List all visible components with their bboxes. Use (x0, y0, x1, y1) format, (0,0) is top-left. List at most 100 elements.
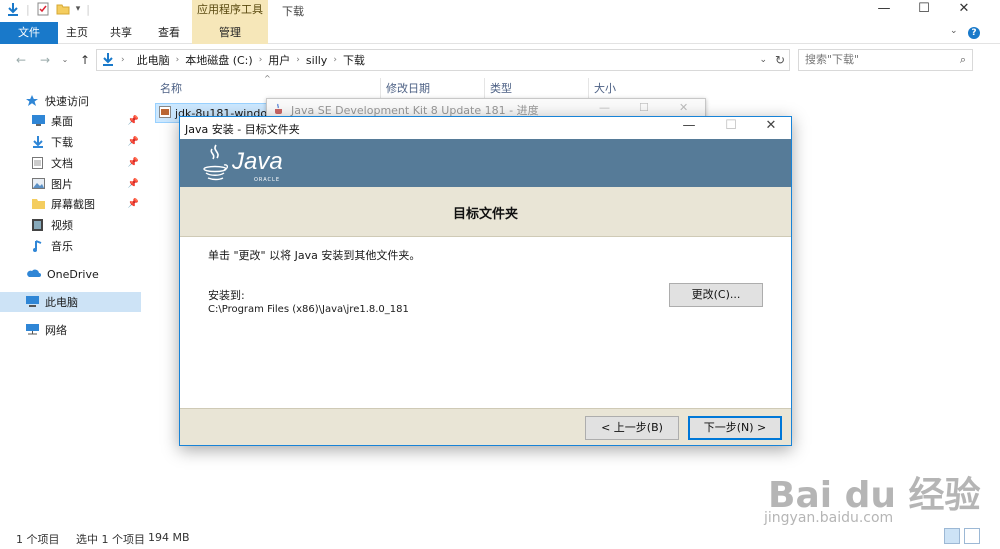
pin-icon[interactable]: 📌 (128, 137, 139, 147)
download-icon (32, 136, 45, 148)
dialog-heading: 目标文件夹 (452, 207, 518, 222)
sidebar-item-music[interactable]: 音乐 (32, 236, 141, 256)
progress-maximize-button[interactable]: ☐ (639, 101, 649, 114)
explorer-titlebar: | ▾ | 应用程序工具 下载 — ☐ ✕ (0, 0, 1000, 22)
search-input[interactable]: 搜索"下载" ⌕ (798, 49, 973, 71)
minimize-button[interactable]: — (866, 0, 902, 20)
oracle-logo-text: ORACLE (254, 177, 280, 183)
network-icon (26, 324, 39, 336)
large-icons-view-icon[interactable] (964, 528, 980, 544)
breadcrumb-this-pc[interactable]: 此电脑 (137, 52, 170, 68)
help-icon[interactable]: ? (968, 27, 980, 39)
progress-close-button[interactable]: ✕ (679, 101, 688, 114)
star-icon (26, 95, 39, 107)
java-banner: Java ORACLE (180, 139, 791, 187)
status-bar: 1 个项目 选中 1 个项目 194 MB (0, 527, 1000, 547)
recent-locations-icon[interactable]: ⌄ (56, 50, 74, 70)
sidebar-item-label: 桌面 (51, 115, 73, 128)
next-button[interactable]: 下一步(N) > (688, 416, 782, 440)
sidebar-item-onedrive[interactable]: OneDrive (26, 264, 141, 284)
back-button[interactable]: < 上一步(B) (585, 416, 679, 440)
sidebar-item-desktop[interactable]: 桌面 📌 (32, 111, 141, 131)
search-icon: ⌕ (959, 53, 966, 66)
sidebar-item-label: 音乐 (51, 240, 73, 253)
ribbon-tabs: 文件 主页 共享 查看 管理 ⌄ ? (0, 22, 1000, 44)
breadcrumb-separator-icon: › (333, 55, 337, 65)
status-selected: 选中 1 个项目 (76, 533, 145, 546)
breadcrumb-separator-icon: › (175, 55, 180, 65)
pin-icon[interactable]: 📌 (128, 158, 139, 168)
breadcrumb-separator-icon: › (121, 55, 125, 65)
up-arrow-icon[interactable]: ↑ (76, 50, 94, 70)
watermark-url: jingyan.baidu.com (764, 510, 894, 526)
tab-manage[interactable]: 管理 (192, 22, 268, 44)
column-header-date[interactable]: 修改日期 (386, 80, 430, 98)
expand-ribbon-icon[interactable]: ⌄ (950, 26, 958, 36)
installer-file-icon (159, 105, 171, 121)
progress-minimize-button[interactable]: — (599, 101, 610, 114)
customize-qa-icon[interactable]: ▾ (76, 4, 81, 14)
column-divider[interactable] (484, 78, 485, 100)
refresh-icon[interactable]: ↻ (775, 53, 785, 67)
install-path: C:\Program Files (x86)\Java\jre1.8.0_181 (208, 304, 409, 315)
dialog-minimize-button[interactable]: — (674, 118, 704, 133)
column-header-type[interactable]: 类型 (490, 80, 512, 98)
change-folder-button[interactable]: 更改(C)... (669, 283, 763, 307)
tab-view[interactable]: 查看 (154, 22, 184, 44)
sidebar-item-label: 下载 (51, 136, 73, 149)
properties-icon[interactable] (36, 2, 50, 16)
sidebar-item-label: 此电脑 (45, 296, 78, 309)
address-field[interactable]: › 此电脑 › 本地磁盘 (C:) › 用户 › silly › 下载 ⌄ ↻ (96, 49, 790, 71)
sidebar-item-videos[interactable]: 视频 (32, 215, 141, 235)
document-icon (32, 157, 45, 169)
sidebar-item-this-pc[interactable]: 此电脑 (0, 292, 141, 312)
sidebar-item-pictures[interactable]: 图片 📌 (32, 174, 141, 194)
column-divider[interactable] (380, 78, 381, 100)
sidebar-item-quick-access[interactable]: 快速访问 (26, 91, 141, 111)
dialog-message: 单击 "更改" 以将 Java 安装到其他文件夹。 (208, 249, 421, 262)
sidebar-item-documents[interactable]: 文档 📌 (32, 153, 141, 173)
pin-icon[interactable]: 📌 (128, 179, 139, 189)
video-icon (32, 219, 45, 231)
pin-icon[interactable]: 📌 (128, 116, 139, 126)
breadcrumb-local-disk[interactable]: 本地磁盘 (C:) (185, 52, 252, 68)
dialog-body: 单击 "更改" 以将 Java 安装到其他文件夹。 安装到: C:\Progra… (180, 238, 791, 408)
maximize-button[interactable]: ☐ (906, 0, 942, 20)
desktop-icon (32, 115, 45, 127)
download-arrow-icon[interactable] (6, 2, 20, 16)
column-header-name[interactable]: 名称 (160, 80, 182, 98)
status-size: 194 MB (148, 531, 190, 544)
close-button[interactable]: ✕ (946, 0, 982, 20)
quick-access-toolbar: | ▾ | (6, 2, 90, 16)
breadcrumb-silly[interactable]: silly (306, 54, 327, 67)
sidebar-item-network[interactable]: 网络 (26, 320, 141, 340)
java-install-dialog: Java 安装 - 目标文件夹 — ☐ ✕ Java ORACLE 目标文件夹 … (179, 116, 792, 446)
column-divider[interactable] (588, 78, 589, 100)
java-logo-text: Java (232, 148, 283, 175)
breadcrumb-downloads[interactable]: 下载 (343, 52, 365, 68)
sidebar-item-screenshots[interactable]: 屏幕截图 📌 (32, 194, 141, 214)
tab-file[interactable]: 文件 (0, 22, 58, 44)
install-to-label: 安装到: (208, 289, 245, 302)
pin-icon[interactable]: 📌 (128, 199, 139, 209)
breadcrumb-users[interactable]: 用户 (268, 52, 290, 68)
back-arrow-icon[interactable]: ← (12, 50, 30, 70)
sidebar-item-downloads[interactable]: 下载 📌 (32, 132, 141, 152)
dialog-close-button[interactable]: ✕ (756, 118, 786, 133)
tab-home[interactable]: 主页 (62, 22, 92, 44)
sidebar-item-label: 文档 (51, 157, 73, 170)
forward-arrow-icon[interactable]: → (36, 50, 54, 70)
cloud-icon (26, 268, 41, 280)
tab-share[interactable]: 共享 (106, 22, 136, 44)
new-folder-icon[interactable] (56, 2, 70, 16)
sidebar-item-label: 屏幕截图 (51, 198, 95, 211)
sidebar-item-label: OneDrive (47, 267, 99, 281)
address-bar-row: ← → ⌄ ↑ › 此电脑 › 本地磁盘 (C:) › 用户 › silly ›… (0, 48, 1000, 72)
address-dropdown-icon[interactable]: ⌄ (759, 55, 767, 65)
dialog-maximize-button: ☐ (725, 118, 737, 133)
picture-icon (32, 178, 45, 190)
column-header-size[interactable]: 大小 (594, 80, 616, 98)
dialog-footer: < 上一步(B) 下一步(N) > (180, 408, 791, 445)
sidebar-item-label: 图片 (51, 178, 73, 191)
details-view-icon[interactable] (944, 528, 960, 544)
